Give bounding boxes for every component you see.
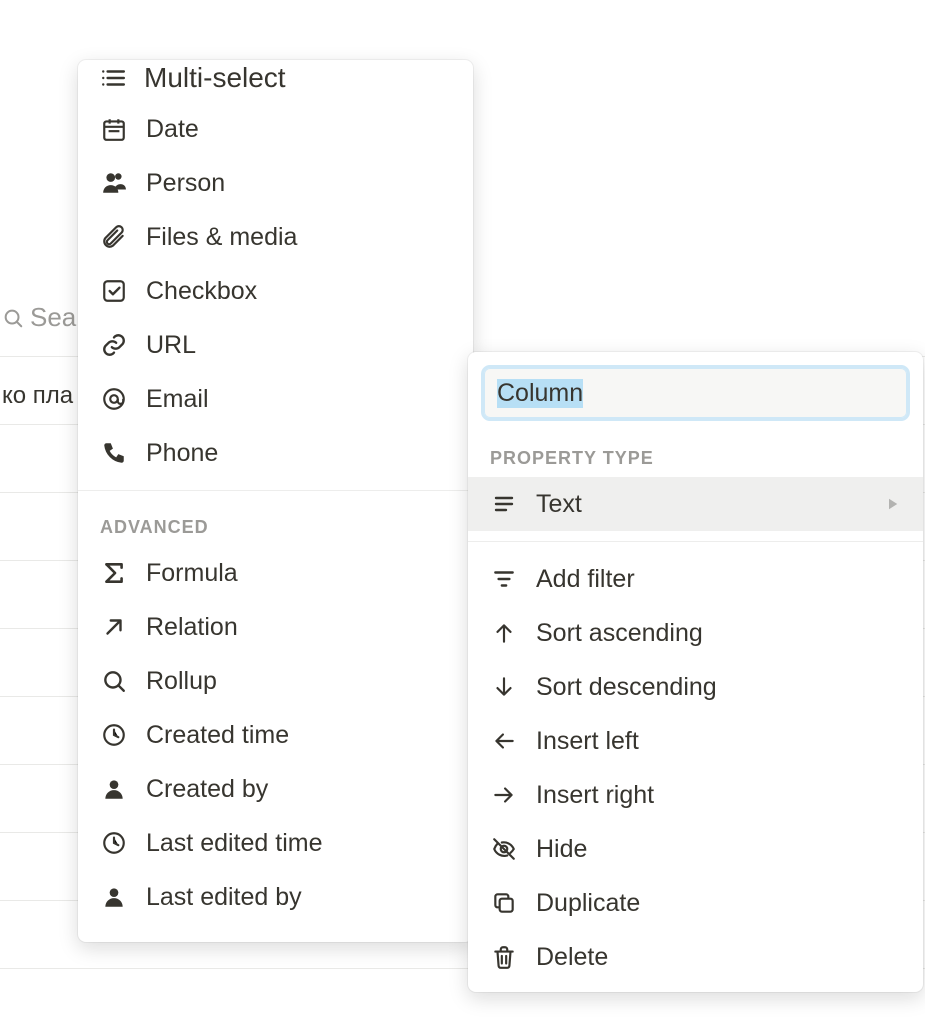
type-option-phone[interactable]: Phone: [78, 426, 473, 480]
text-icon: [490, 490, 518, 518]
table-cell-text: ко пла: [0, 382, 73, 410]
column-action-delete[interactable]: Delete: [468, 930, 923, 984]
property-type-label: Text: [536, 490, 582, 519]
column-action-sort-descending[interactable]: Sort descending: [468, 660, 923, 714]
menu-item-label: Phone: [146, 439, 218, 468]
chevron-right-icon: [883, 495, 901, 513]
menu-item-label: Formula: [146, 559, 238, 588]
column-action-hide[interactable]: Hide: [468, 822, 923, 876]
eye-off-icon: [490, 835, 518, 863]
type-option-relation[interactable]: Relation: [78, 600, 473, 654]
type-option-created-by[interactable]: Created by: [78, 762, 473, 816]
column-action-add-filter[interactable]: Add filter: [468, 552, 923, 606]
column-name-input[interactable]: [484, 368, 907, 418]
menu-item-label: Hide: [536, 835, 587, 864]
type-option-last-edited-time[interactable]: Last edited time: [78, 816, 473, 870]
filter-icon: [490, 565, 518, 593]
person-icon: [100, 169, 128, 197]
link-icon: [100, 331, 128, 359]
menu-item-label: Email: [146, 385, 209, 414]
phone-icon: [100, 439, 128, 467]
type-option-email[interactable]: Email: [78, 372, 473, 426]
clock-icon: [100, 829, 128, 857]
sigma-icon: [100, 559, 128, 587]
at-icon: [100, 385, 128, 413]
menu-item-label: Files & media: [146, 223, 297, 252]
column-menu-popover: PROPERTY TYPE Text Add filter Sort ascend…: [468, 352, 923, 992]
paperclip-icon: [100, 223, 128, 251]
column-action-insert-left[interactable]: Insert left: [468, 714, 923, 768]
menu-divider: [468, 541, 923, 542]
type-option-formula[interactable]: Formula: [78, 546, 473, 600]
arrow-ne-icon: [100, 613, 128, 641]
list-icon: [100, 65, 126, 91]
user-icon: [100, 883, 128, 911]
menu-item-multiselect[interactable]: Multi-select: [78, 62, 473, 102]
type-option-files-media[interactable]: Files & media: [78, 210, 473, 264]
type-option-person[interactable]: Person: [78, 156, 473, 210]
type-option-rollup[interactable]: Rollup: [78, 654, 473, 708]
search-label: Sea: [30, 302, 76, 333]
menu-item-label: Checkbox: [146, 277, 257, 306]
clock-icon: [100, 721, 128, 749]
arrow-left-icon: [490, 727, 518, 755]
menu-divider: [78, 490, 473, 491]
column-action-insert-right[interactable]: Insert right: [468, 768, 923, 822]
menu-item-label: Multi-select: [144, 62, 286, 94]
menu-item-label: Last edited time: [146, 829, 323, 858]
trash-icon: [490, 943, 518, 971]
menu-item-label: Relation: [146, 613, 238, 642]
menu-item-label: Add filter: [536, 565, 635, 594]
menu-item-label: Sort ascending: [536, 619, 703, 648]
type-option-checkbox[interactable]: Checkbox: [78, 264, 473, 318]
arrow-up-icon: [490, 619, 518, 647]
menu-item-label: Rollup: [146, 667, 217, 696]
menu-item-label: Date: [146, 115, 199, 144]
advanced-section-label: ADVANCED: [78, 501, 473, 546]
menu-item-label: Person: [146, 169, 225, 198]
checkbox-icon: [100, 277, 128, 305]
property-type-section-label: PROPERTY TYPE: [468, 432, 923, 477]
type-option-date[interactable]: Date: [78, 102, 473, 156]
property-type-popover: Multi-select Date Person Files & media Chec…: [78, 60, 473, 942]
menu-item-label: Duplicate: [536, 889, 640, 918]
type-option-created-time[interactable]: Created time: [78, 708, 473, 762]
menu-item-label: Sort descending: [536, 673, 717, 702]
search-background: Sea: [0, 302, 76, 333]
search-icon: [100, 667, 128, 695]
duplicate-icon: [490, 889, 518, 917]
menu-item-label: Insert right: [536, 781, 654, 810]
type-option-url[interactable]: URL: [78, 318, 473, 372]
menu-item-label: URL: [146, 331, 196, 360]
menu-item-label: Created by: [146, 775, 268, 804]
search-icon: [2, 307, 24, 329]
menu-item-label: Insert left: [536, 727, 639, 756]
column-action-duplicate[interactable]: Duplicate: [468, 876, 923, 930]
calendar-icon: [100, 115, 128, 143]
user-icon: [100, 775, 128, 803]
property-type-selected[interactable]: Text: [468, 477, 923, 531]
arrow-right-icon: [490, 781, 518, 809]
column-action-sort-ascending[interactable]: Sort ascending: [468, 606, 923, 660]
menu-item-label: Last edited by: [146, 883, 302, 912]
menu-item-label: Delete: [536, 943, 608, 972]
type-option-last-edited-by[interactable]: Last edited by: [78, 870, 473, 924]
arrow-down-icon: [490, 673, 518, 701]
menu-item-label: Created time: [146, 721, 289, 750]
